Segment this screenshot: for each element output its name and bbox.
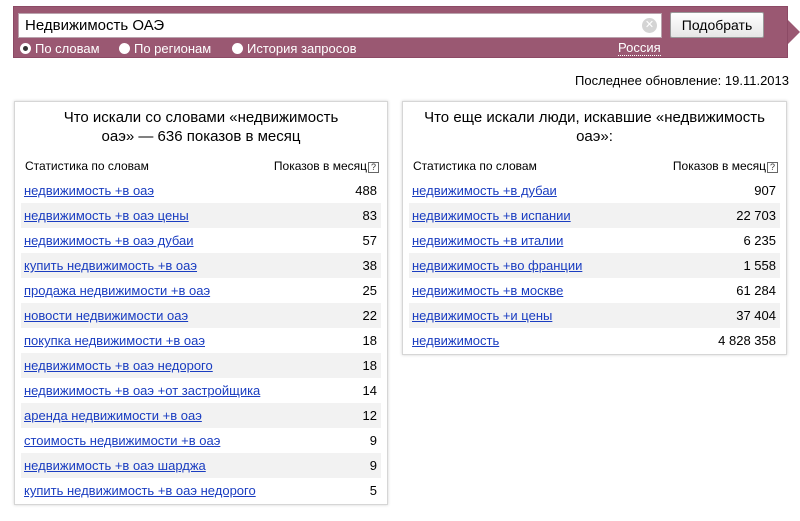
- impressions-count: 6 235: [743, 233, 776, 248]
- phrase-link[interactable]: недвижимость +в оаэ цены: [24, 203, 189, 228]
- table-row: недвижимость +в оаэ 488: [21, 178, 381, 203]
- phrase-link[interactable]: недвижимость +во франции: [412, 253, 582, 278]
- phrase-link[interactable]: новости недвижимости оаэ: [24, 303, 188, 328]
- phrase-link[interactable]: стоимость недвижимости +в оаэ: [24, 428, 220, 453]
- table-row: купить недвижимость +в оаэ недорого 5: [21, 478, 381, 503]
- phrase-link[interactable]: недвижимость +и цены: [412, 303, 552, 328]
- column-header-phrase: Статистика по словам: [25, 159, 149, 173]
- mode-label: По регионам: [134, 41, 212, 56]
- phrase-link[interactable]: купить недвижимость +в оаэ: [24, 253, 197, 278]
- impressions-count: 22: [362, 308, 377, 323]
- impressions-count: 14: [362, 383, 377, 398]
- clear-icon[interactable]: ✕: [642, 18, 657, 33]
- impressions-count: 61 284: [736, 283, 776, 298]
- search-bar: ✕ Подобрать По словам По регионам Истори…: [13, 6, 800, 58]
- phrase-link[interactable]: купить недвижимость +в оаэ недорого: [24, 478, 256, 503]
- table-row: покупка недвижимости +в оаэ 18: [21, 328, 381, 353]
- phrase-link[interactable]: продажа недвижимости +в оаэ: [24, 278, 210, 303]
- panel-title: Что еще искали люди, искавшие «недвижимо…: [424, 109, 765, 145]
- table-row: недвижимость +в оаэ недорого 18: [21, 353, 381, 378]
- word-stats-table: недвижимость +в оаэ 488 недвижимость +в оа…: [21, 178, 381, 503]
- table-row: продажа недвижимости +в оаэ 25: [21, 278, 381, 303]
- impressions-count: 9: [369, 458, 377, 473]
- phrase-link[interactable]: недвижимость +в дубаи: [412, 178, 557, 203]
- mode-label: По словам: [35, 41, 100, 56]
- help-icon[interactable]: ?: [767, 162, 778, 173]
- table-row: недвижимость +во франции 1 558: [409, 253, 780, 278]
- phrase-link[interactable]: недвижимость +в оаэ: [24, 178, 154, 203]
- mode-by-words[interactable]: По словам: [20, 41, 100, 57]
- mode-by-regions[interactable]: По регионам: [119, 41, 211, 57]
- table-header: Статистика по словам Показов в месяц?: [23, 154, 379, 178]
- table-row: недвижимость +в москве 61 284: [409, 278, 780, 303]
- table-row: недвижимость 4 828 358: [409, 328, 780, 353]
- table-row: недвижимость +в оаэ +от застройщика 14: [21, 378, 381, 403]
- phrase-link[interactable]: недвижимость +в оаэ дубаи: [24, 228, 194, 253]
- phrase-link[interactable]: покупка недвижимости +в оаэ: [24, 328, 205, 353]
- help-icon[interactable]: ?: [368, 162, 379, 173]
- table-header: Статистика по словам Показов в месяц?: [411, 154, 778, 178]
- impressions-count: 12: [362, 408, 377, 423]
- region-link[interactable]: Россия: [618, 40, 661, 56]
- phrase-link[interactable]: недвижимость +в оаэ +от застройщика: [24, 378, 260, 403]
- impressions-count: 9: [369, 433, 377, 448]
- impressions-count: 57: [362, 233, 377, 248]
- impressions-count: 18: [362, 358, 377, 373]
- column-header-count-label: Показов в месяц: [273, 159, 367, 173]
- radio-icon: [119, 43, 130, 54]
- impressions-count: 5: [369, 483, 377, 498]
- phrase-link[interactable]: недвижимость: [412, 328, 499, 353]
- phrase-link[interactable]: недвижимость +в москве: [412, 278, 563, 303]
- impressions-count: 37 404: [736, 308, 776, 323]
- table-row: недвижимость +в оаэ цены 83: [21, 203, 381, 228]
- table-row: недвижимость +в италии 6 235: [409, 228, 780, 253]
- table-row: новости недвижимости оаэ 22: [21, 303, 381, 328]
- table-row: аренда недвижимости +в оаэ 12: [21, 403, 381, 428]
- radio-icon: [232, 43, 243, 54]
- mode-history[interactable]: История запросов: [232, 41, 357, 57]
- panel-title: Что искали со словами «недвижимость оаэ»…: [63, 109, 339, 145]
- phrase-link[interactable]: недвижимость +в испании: [412, 203, 571, 228]
- phrase-link[interactable]: недвижимость +в оаэ недорого: [24, 353, 213, 378]
- phrase-link[interactable]: недвижимость +в италии: [412, 228, 563, 253]
- phrase-link[interactable]: аренда недвижимости +в оаэ: [24, 403, 202, 428]
- table-row: недвижимость +и цены 37 404: [409, 303, 780, 328]
- table-row: недвижимость +в испании 22 703: [409, 203, 780, 228]
- phrase-link[interactable]: недвижимость +в оаэ шарджа: [24, 453, 206, 478]
- table-row: стоимость недвижимости +в оаэ 9: [21, 428, 381, 453]
- impressions-count: 1 558: [743, 258, 776, 273]
- related-words-panel: Что искали со словами «недвижимость оаэ»…: [14, 101, 388, 505]
- impressions-count: 488: [355, 183, 377, 198]
- column-header-phrase: Статистика по словам: [413, 159, 537, 173]
- impressions-count: 4 828 358: [718, 333, 776, 348]
- submit-button[interactable]: Подобрать: [670, 12, 764, 38]
- impressions-count: 22 703: [736, 208, 776, 223]
- similar-queries-panel: Что еще искали люди, искавшие «недвижимо…: [402, 101, 787, 355]
- impressions-count: 83: [362, 208, 377, 223]
- table-row: купить недвижимость +в оаэ 38: [21, 253, 381, 278]
- table-row: недвижимость +в оаэ шарджа 9: [21, 453, 381, 478]
- column-header-count-label: Показов в месяц: [672, 159, 766, 173]
- table-row: недвижимость +в дубаи 907: [409, 178, 780, 203]
- column-header-count: Показов в месяц?: [274, 154, 379, 178]
- impressions-count: 907: [754, 183, 776, 198]
- impressions-count: 18: [362, 333, 377, 348]
- mode-label: История запросов: [247, 41, 357, 56]
- table-row: недвижимость +в оаэ дубаи 57: [21, 228, 381, 253]
- impressions-count: 25: [362, 283, 377, 298]
- radio-checked-icon: [20, 43, 31, 54]
- column-header-count: Показов в месяц?: [673, 154, 778, 178]
- search-input[interactable]: [18, 13, 662, 38]
- word-stats-table: недвижимость +в дубаи 907 недвижимость +в …: [409, 178, 780, 353]
- last-update: Последнее обновление: 19.11.2013: [575, 73, 789, 88]
- impressions-count: 38: [362, 258, 377, 273]
